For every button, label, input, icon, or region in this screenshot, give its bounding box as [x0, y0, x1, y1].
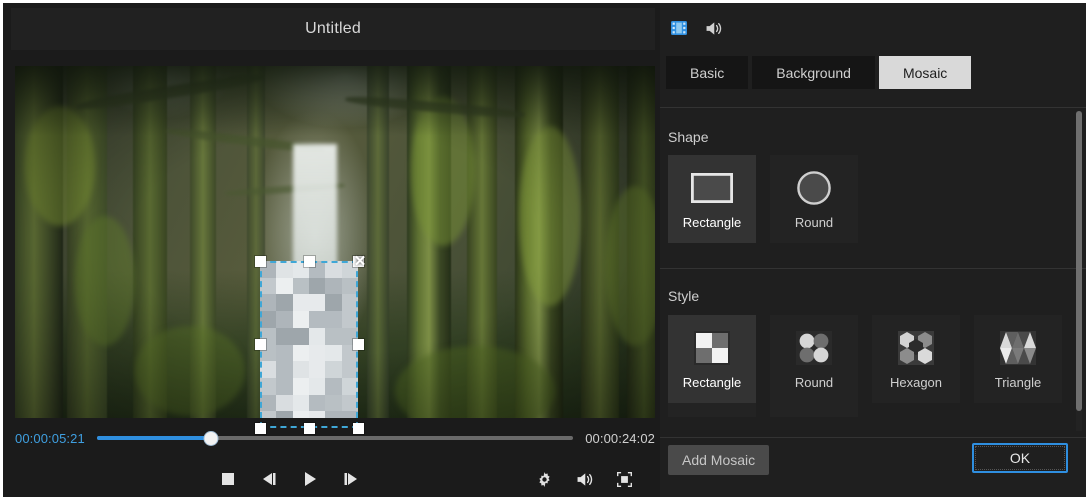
previous-frame-button[interactable]: [252, 464, 286, 494]
seek-track[interactable]: [96, 431, 574, 445]
style-option-overflow-2[interactable]: [770, 403, 858, 417]
style-option-hexagon-label: Hexagon: [889, 374, 943, 390]
total-timecode: 00:00:24:02: [585, 430, 655, 446]
mosaic-pixel-grid: [260, 261, 358, 418]
shape-option-rectangle[interactable]: Rectangle: [668, 155, 756, 243]
stop-button[interactable]: [211, 464, 245, 494]
audio-speaker-icon[interactable]: [702, 17, 724, 39]
style-option-triangle[interactable]: Triangle: [974, 315, 1062, 403]
property-tabs: Basic Background Mosaic: [666, 56, 972, 89]
volume-button[interactable]: [567, 464, 601, 494]
preview-title-bar: Untitled: [11, 8, 655, 50]
shape-option-round-label: Round: [794, 214, 834, 230]
tab-background[interactable]: Background: [752, 56, 875, 89]
tab-mosaic[interactable]: Mosaic: [878, 56, 972, 89]
divider-top: [660, 107, 1086, 108]
mosaic-overlay-region[interactable]: [260, 261, 358, 418]
panel-scrollbar-thumb[interactable]: [1076, 111, 1082, 411]
mosaic-properties-panel: Basic Background Mosaic Shape Rectangle: [660, 0, 1089, 500]
mosaic-round-icon: [792, 329, 836, 367]
mosaic-rectangle-icon: [690, 329, 734, 367]
ok-button-label: OK: [975, 446, 1065, 470]
tab-basic[interactable]: Basic: [666, 56, 749, 89]
next-frame-button[interactable]: [334, 464, 368, 494]
resize-handle-n[interactable]: [304, 256, 315, 267]
style-options: Rectangle Round Hexagon Triangle: [668, 315, 1062, 403]
shape-option-round[interactable]: Round: [770, 155, 858, 243]
round-shape-icon: [792, 169, 836, 207]
current-timecode: 00:00:05:21: [15, 430, 85, 446]
close-icon[interactable]: ✕: [352, 254, 368, 270]
video-preview[interactable]: [15, 66, 655, 418]
page-title: Untitled: [305, 20, 361, 37]
rectangle-shape-icon: [690, 169, 734, 207]
shape-option-rectangle-label: Rectangle: [682, 214, 742, 230]
style-option-rectangle[interactable]: Rectangle: [668, 315, 756, 403]
ok-button[interactable]: OK: [972, 443, 1068, 473]
style-option-rectangle-label: Rectangle: [682, 374, 742, 390]
panel-footer: Add Mosaic OK: [660, 432, 1086, 494]
style-option-round-label: Round: [794, 374, 834, 390]
video-clip-icon[interactable]: [668, 17, 690, 39]
fullscreen-button[interactable]: [607, 464, 641, 494]
resize-handle-nw[interactable]: [255, 256, 266, 267]
style-option-round[interactable]: Round: [770, 315, 858, 403]
style-option-overflow-1[interactable]: [668, 403, 756, 417]
style-option-triangle-label: Triangle: [994, 374, 1042, 390]
mode-icon-group: [668, 17, 724, 39]
shape-options: Rectangle Round: [668, 155, 858, 243]
settings-button[interactable]: [527, 464, 561, 494]
mosaic-editor-window: Untitled ✕ 00:00:05:21 00:00:24:02 Basic…: [0, 0, 1089, 500]
shape-section-label: Shape: [668, 129, 709, 145]
preview-panel: Untitled ✕ 00:00:05:21 00:00:24:02: [0, 0, 660, 500]
mosaic-triangle-icon: [996, 329, 1040, 367]
seek-track-fill: [96, 436, 212, 440]
style-options-overflow-row: [668, 403, 858, 417]
resize-handle-e[interactable]: [353, 339, 364, 350]
style-option-hexagon[interactable]: Hexagon: [872, 315, 960, 403]
playback-scrubber[interactable]: 00:00:05:21 00:00:24:02: [15, 426, 655, 450]
resize-handle-w[interactable]: [255, 339, 266, 350]
divider-middle: [660, 268, 1086, 269]
panel-scrollbar[interactable]: [1076, 111, 1082, 431]
add-mosaic-button[interactable]: Add Mosaic: [668, 445, 770, 475]
style-section-label: Style: [668, 288, 700, 304]
play-button[interactable]: [293, 464, 327, 494]
seek-thumb[interactable]: [204, 431, 218, 445]
mosaic-hexagon-icon: [894, 329, 938, 367]
transport-controls: [15, 461, 655, 497]
